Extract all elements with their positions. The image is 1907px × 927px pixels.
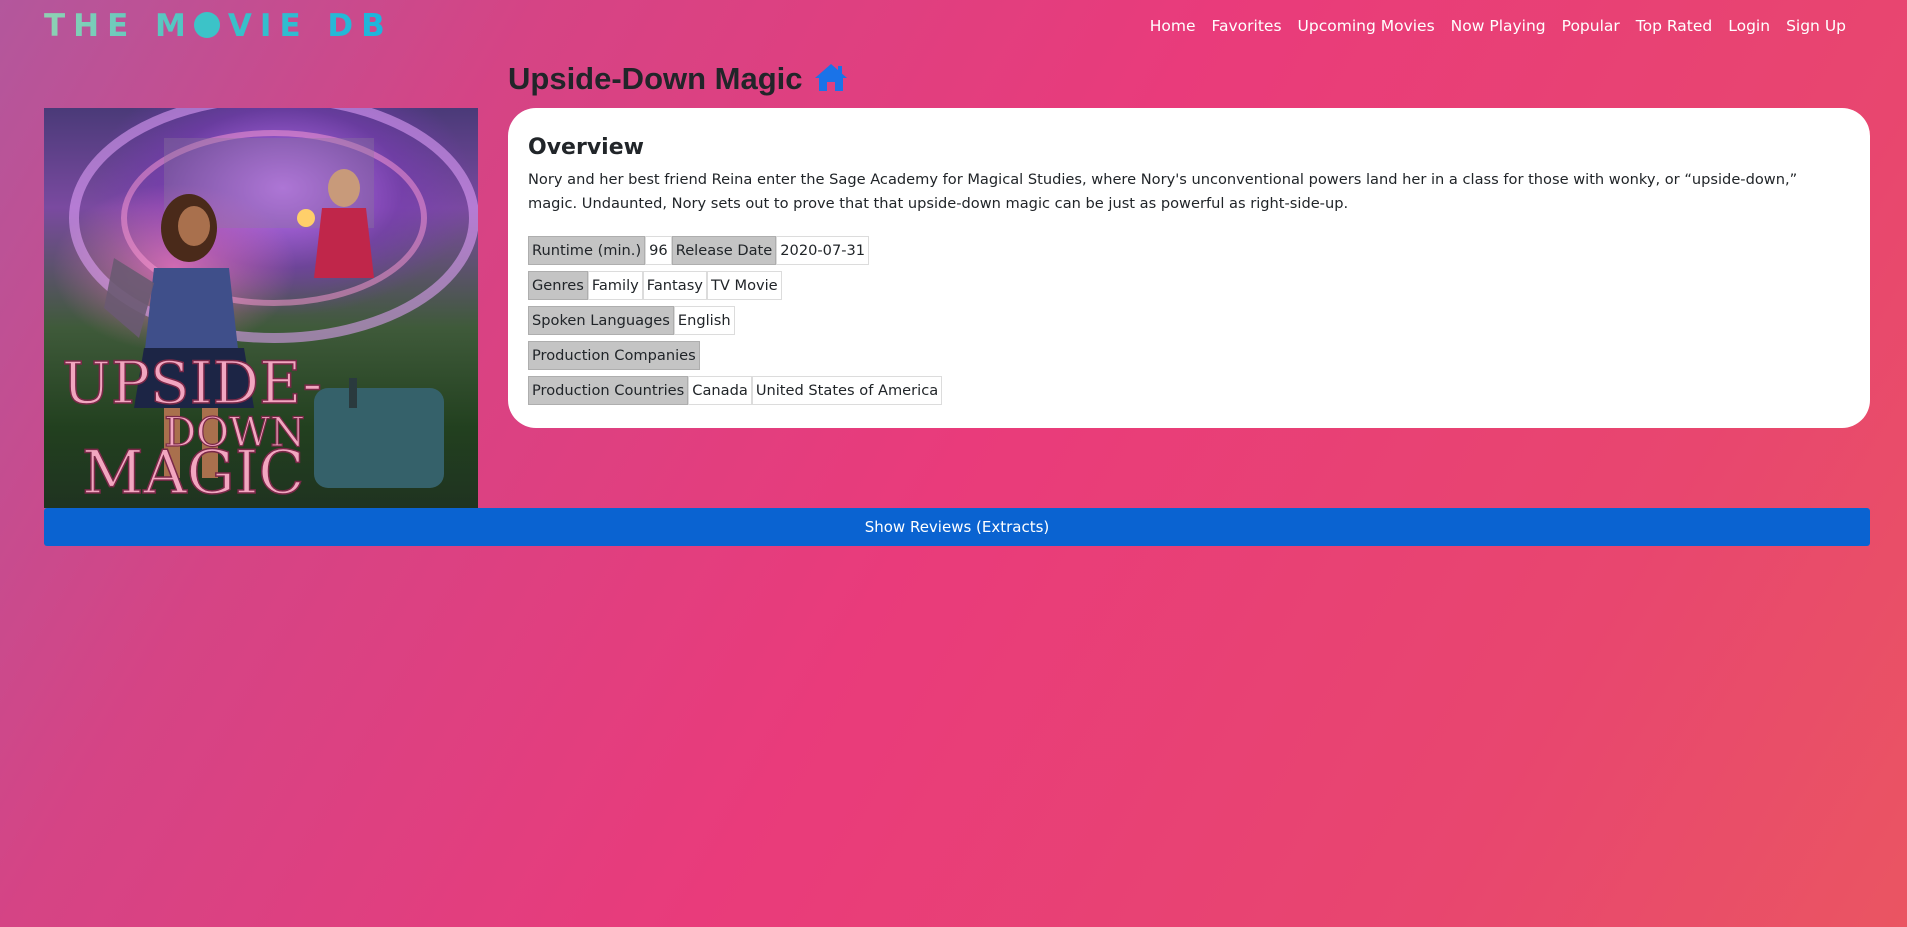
country-tag: United States of America [751, 376, 943, 405]
release-date-label: Release Date [671, 236, 777, 265]
logo-text-end: VIE DB [227, 8, 393, 44]
poster-text-3: MAGIC [82, 438, 304, 508]
languages-row: Spoken Languages English [528, 306, 1850, 335]
genre-tag: Fantasy [642, 271, 707, 300]
site-logo[interactable]: THE M VIE DB [44, 8, 393, 44]
runtime-value: 96 [645, 236, 672, 265]
production-countries-label: Production Countries [528, 376, 689, 405]
overview-card: Overview Nory and her best friend Reina … [508, 108, 1870, 428]
poster-text-1: UPSIDE- [62, 349, 322, 417]
release-date-value: 2020-07-31 [776, 236, 870, 265]
logo-text-start: THE M [44, 8, 194, 44]
country-tag: Canada [688, 376, 752, 405]
nav-top-rated[interactable]: Top Rated [1636, 15, 1712, 37]
movie-title: Upside-Down Magic [508, 61, 803, 96]
spoken-languages-label: Spoken Languages [528, 306, 674, 335]
nav-popular[interactable]: Popular [1562, 15, 1620, 37]
nav-sign-up[interactable]: Sign Up [1786, 15, 1846, 37]
genres-label: Genres [528, 271, 588, 300]
nav-upcoming-movies[interactable]: Upcoming Movies [1298, 15, 1435, 37]
genre-tag: Family [587, 271, 643, 300]
main-nav: Home Favorites Upcoming Movies Now Playi… [1150, 15, 1846, 37]
home-icon[interactable] [813, 61, 849, 98]
nav-home[interactable]: Home [1150, 15, 1196, 37]
production-companies-label: Production Companies [528, 341, 700, 370]
nav-favorites[interactable]: Favorites [1212, 15, 1282, 37]
nav-login[interactable]: Login [1728, 15, 1770, 37]
overview-text: Nory and her best friend Reina enter the… [528, 171, 1798, 212]
show-reviews-button[interactable]: Show Reviews (Extracts) [44, 508, 1870, 546]
movie-title-row: Upside-Down Magic [508, 60, 849, 98]
movie-poster: UPSIDE- DOWN MAGIC [44, 108, 478, 508]
nav-now-playing[interactable]: Now Playing [1451, 15, 1546, 37]
overview-heading: Overview [528, 135, 644, 160]
runtime-label: Runtime (min.) [528, 236, 646, 265]
genre-tag: TV Movie [706, 271, 782, 300]
genres-row: Genres Family Fantasy TV Movie [528, 271, 1850, 300]
logo-dot [193, 12, 220, 38]
language-tag: English [673, 306, 735, 335]
runtime-release-row: Runtime (min.) 96 Release Date 2020-07-3… [528, 236, 1850, 265]
countries-row: Production Countries Canada United State… [528, 376, 1850, 405]
companies-row: Production Companies [528, 341, 1850, 370]
